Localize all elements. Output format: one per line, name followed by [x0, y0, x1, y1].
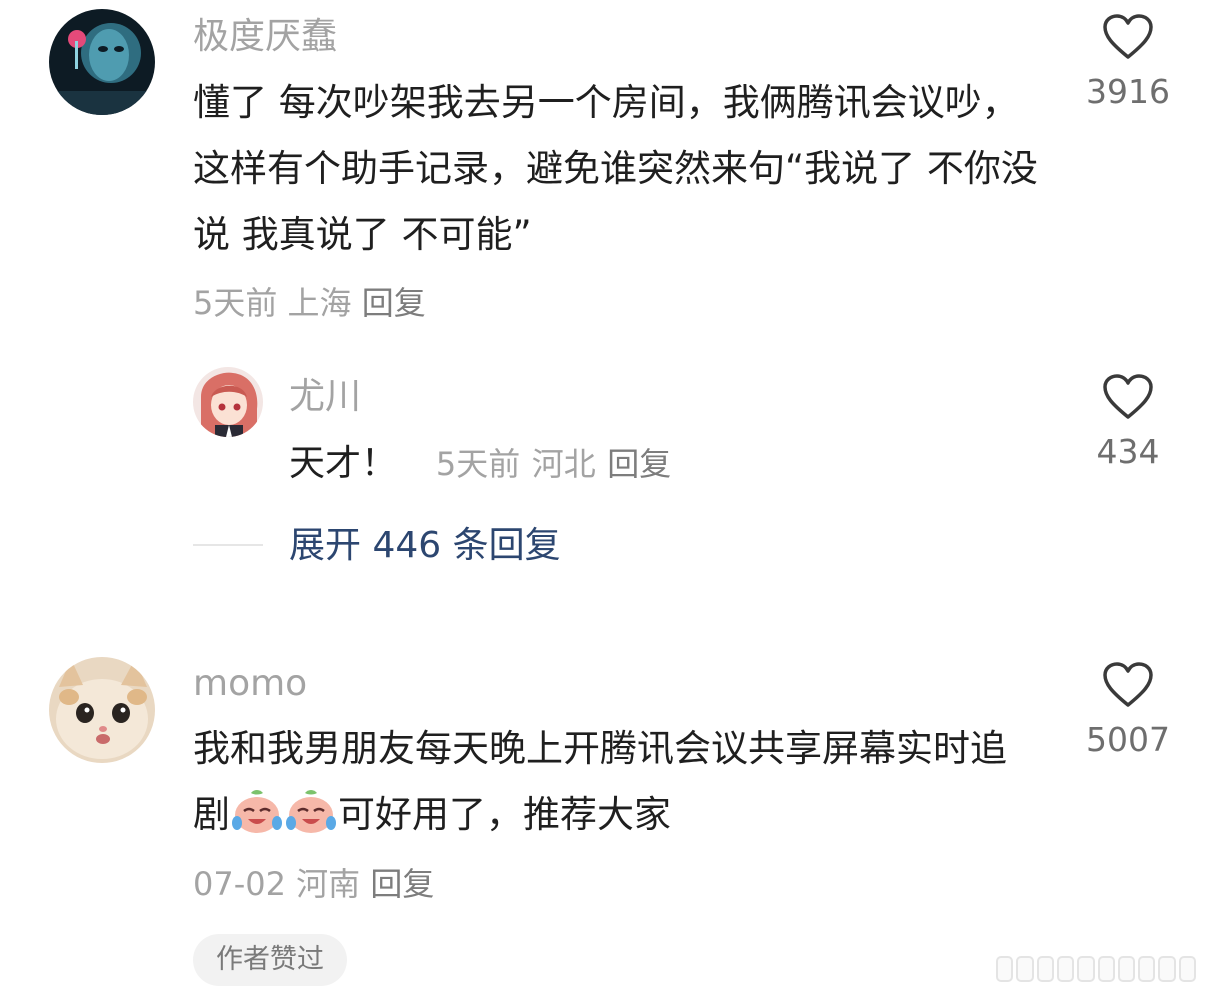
comment-location: 河南 — [296, 865, 361, 903]
comment-time: 5天前 — [193, 284, 278, 322]
comment-time: 07-02 — [193, 865, 286, 903]
username[interactable]: momo — [193, 664, 307, 704]
reply-button[interactable]: 回复 — [362, 284, 426, 322]
watermark — [996, 956, 1196, 982]
author-liked-badge: 作者赞过 — [193, 934, 347, 986]
reply-button[interactable]: 回复 — [607, 445, 671, 483]
username[interactable]: 极度厌蠢 — [193, 17, 337, 57]
like-count: 3916 — [1086, 72, 1170, 111]
portrait-avatar-icon — [49, 9, 155, 115]
heart-icon — [1103, 662, 1153, 707]
username[interactable]: 尤川 — [289, 377, 361, 417]
expand-divider — [193, 544, 263, 546]
comment-meta: 07-02 河南 回复 — [193, 864, 434, 904]
reply-text: 天才！ — [289, 443, 398, 484]
crying-laughing-emoji-icon — [284, 787, 338, 856]
avatar[interactable] — [193, 367, 263, 437]
avatar[interactable] — [49, 657, 155, 763]
like-button[interactable]: 434 — [1068, 374, 1188, 472]
crying-laughing-emoji-icon — [230, 787, 284, 856]
comment-meta: 5天前 上海 回复 — [193, 283, 426, 323]
comment-text: 懂了 每次吵架我去另一个房间，我俩腾讯会议吵，这样有个助手记录，避免谁突然来句“… — [193, 81, 1038, 256]
reply-line: 天才！ 5天前 河北 回复 — [289, 440, 671, 488]
like-count: 434 — [1096, 432, 1160, 471]
expand-replies-button[interactable]: 展开 446 条回复 — [289, 524, 561, 568]
comment-text: 我和我男朋友每天晚上开腾讯会议共享屏幕实时追剧 可好用了，推荐大家 — [193, 716, 1043, 856]
heart-icon — [1103, 374, 1153, 419]
like-button[interactable]: 3916 — [1068, 14, 1188, 112]
reply-location: 河北 — [531, 445, 596, 483]
like-button[interactable]: 5007 — [1068, 662, 1188, 760]
reply-button[interactable]: 回复 — [370, 865, 434, 903]
anime-girl-avatar-icon — [193, 367, 263, 437]
comment-text-part: 可好用了，推荐大家 — [338, 793, 671, 836]
like-count: 5007 — [1086, 720, 1170, 759]
avatar[interactable] — [49, 9, 155, 115]
cat-avatar-icon — [49, 657, 155, 763]
reply-time: 5天前 — [435, 445, 521, 483]
heart-icon — [1103, 14, 1153, 59]
comment-location: 上海 — [287, 284, 352, 322]
